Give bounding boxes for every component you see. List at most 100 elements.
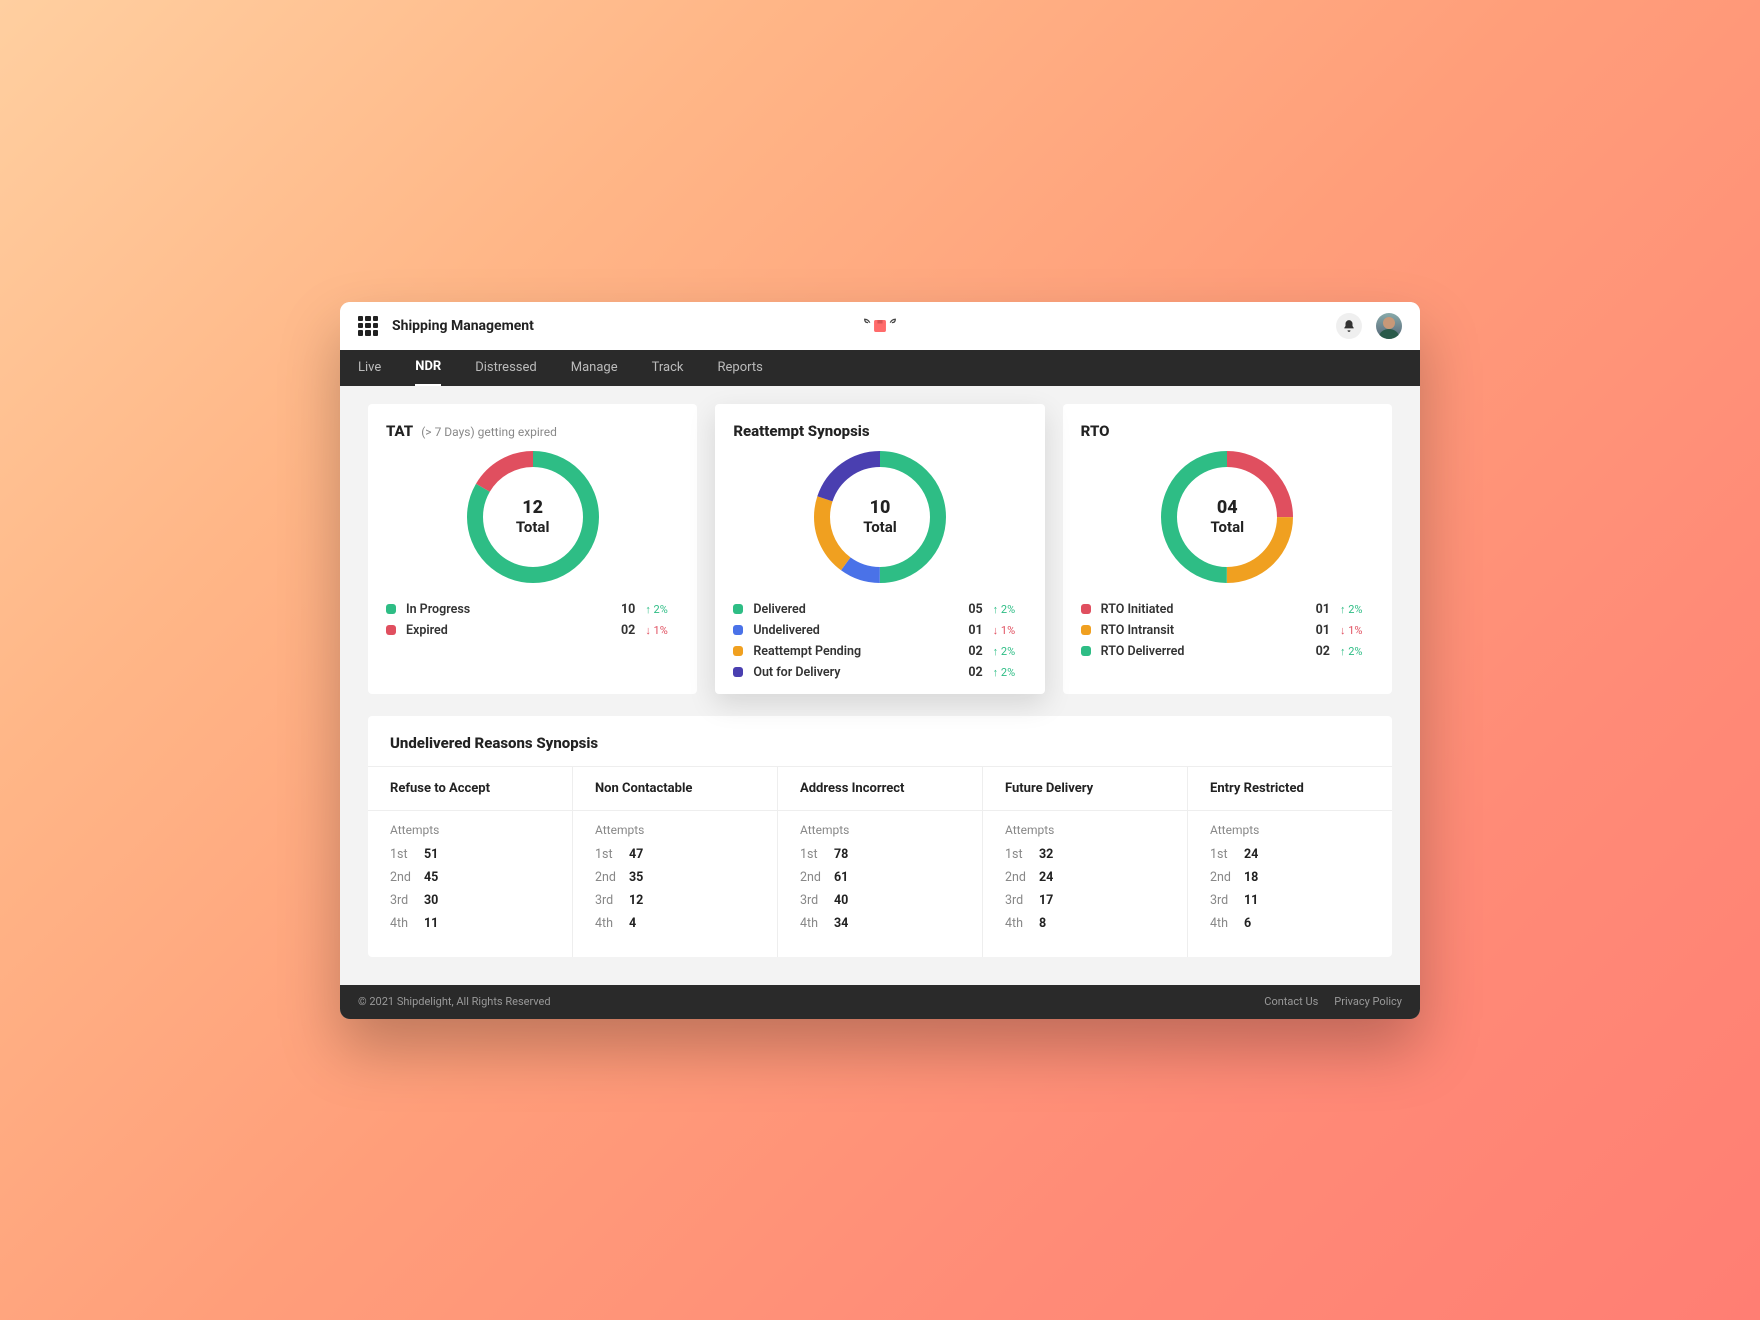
nav-item-distressed[interactable]: Distressed bbox=[475, 350, 536, 386]
donut-value: 10 bbox=[870, 497, 891, 518]
card-title: Reattempt Synopsis bbox=[733, 422, 869, 440]
donut-label: Total bbox=[863, 518, 897, 536]
attempt-ordinal: 3rd bbox=[1005, 893, 1039, 908]
donut-value: 12 bbox=[522, 497, 543, 518]
legend-dot bbox=[733, 604, 743, 614]
attempt-row: 2nd 35 bbox=[595, 870, 755, 885]
legend-value: 01 bbox=[1308, 623, 1330, 638]
synopsis-col-title: Address Incorrect bbox=[778, 767, 982, 811]
brand-logo bbox=[863, 314, 897, 338]
attempt-row: 2nd 45 bbox=[390, 870, 550, 885]
attempt-value: 61 bbox=[834, 870, 848, 885]
legend-row: Undelivered 01 ↓ 1% bbox=[733, 623, 1026, 638]
synopsis-col-title: Non Contactable bbox=[573, 767, 777, 811]
content-area: TAT (> 7 Days) getting expired 12 Total … bbox=[340, 386, 1420, 985]
donut-chart: 10 Total bbox=[813, 450, 947, 584]
legend-value: 01 bbox=[961, 623, 983, 638]
legend-dot bbox=[733, 625, 743, 635]
legend-dot bbox=[1081, 646, 1091, 656]
footer-link-privacy-policy[interactable]: Privacy Policy bbox=[1334, 995, 1402, 1008]
nav-item-live[interactable]: Live bbox=[358, 350, 381, 386]
card-reattempt-synopsis: Reattempt Synopsis 10 Total Delivered 05… bbox=[715, 404, 1044, 694]
app-window: Shipping Management Live NDR Distressed Man… bbox=[340, 302, 1420, 1019]
legend-row: RTO Initiated 01 ↑ 2% bbox=[1081, 602, 1374, 617]
donut-value: 04 bbox=[1217, 497, 1238, 518]
attempt-value: 47 bbox=[629, 847, 643, 862]
trend-up-icon: ↑ 2% bbox=[993, 603, 1027, 616]
synopsis-column: Refuse to Accept Attempts 1st 51 2nd 45 … bbox=[368, 767, 573, 957]
attempt-row: 1st 47 bbox=[595, 847, 755, 862]
attempt-value: 45 bbox=[424, 870, 438, 885]
trend-down-icon: ↓ 1% bbox=[1340, 624, 1374, 637]
attempt-ordinal: 2nd bbox=[390, 870, 424, 885]
attempt-ordinal: 2nd bbox=[1005, 870, 1039, 885]
legend-dot bbox=[386, 625, 396, 635]
attempt-ordinal: 4th bbox=[390, 916, 424, 931]
legend-value: 02 bbox=[961, 644, 983, 659]
nav-item-reports[interactable]: Reports bbox=[718, 350, 763, 386]
attempt-ordinal: 2nd bbox=[595, 870, 629, 885]
attempt-row: 1st 24 bbox=[1210, 847, 1370, 862]
attempt-row: 2nd 24 bbox=[1005, 870, 1165, 885]
legend-label: In Progress bbox=[406, 602, 613, 617]
attempt-ordinal: 4th bbox=[595, 916, 629, 931]
legend-row: RTO Intransit 01 ↓ 1% bbox=[1081, 623, 1374, 638]
attempt-value: 11 bbox=[424, 916, 438, 931]
legend-row: Reattempt Pending 02 ↑ 2% bbox=[733, 644, 1026, 659]
synopsis-column: Future Delivery Attempts 1st 32 2nd 24 3… bbox=[983, 767, 1188, 957]
legend-value: 02 bbox=[1308, 644, 1330, 659]
attempts-label: Attempts bbox=[595, 823, 755, 837]
card-title: RTO bbox=[1081, 422, 1110, 440]
footer-link-contact-us[interactable]: Contact Us bbox=[1264, 995, 1318, 1008]
synopsis-column: Entry Restricted Attempts 1st 24 2nd 18 … bbox=[1188, 767, 1392, 957]
legend-dot bbox=[1081, 625, 1091, 635]
legend-label: RTO Intransit bbox=[1101, 623, 1308, 638]
attempt-value: 12 bbox=[629, 893, 643, 908]
attempt-row: 3rd 30 bbox=[390, 893, 550, 908]
legend-row: In Progress 10 ↑ 2% bbox=[386, 602, 679, 617]
synopsis-title: Undelivered Reasons Synopsis bbox=[368, 734, 1392, 766]
attempt-row: 3rd 40 bbox=[800, 893, 960, 908]
legend-label: RTO Deliverred bbox=[1101, 644, 1308, 659]
nav-item-manage[interactable]: Manage bbox=[571, 350, 618, 386]
attempt-ordinal: 1st bbox=[595, 847, 629, 862]
legend-label: Out for Delivery bbox=[753, 665, 960, 680]
legend-dot bbox=[733, 667, 743, 677]
legend-value: 10 bbox=[613, 602, 635, 617]
attempt-value: 8 bbox=[1039, 916, 1046, 931]
nav-item-ndr[interactable]: NDR bbox=[415, 350, 441, 386]
navbar: Live NDR Distressed Manage Track Reports bbox=[340, 350, 1420, 386]
attempt-row: 4th 11 bbox=[390, 916, 550, 931]
attempts-label: Attempts bbox=[1005, 823, 1165, 837]
attempts-label: Attempts bbox=[800, 823, 960, 837]
attempt-ordinal: 1st bbox=[390, 847, 424, 862]
avatar[interactable] bbox=[1376, 313, 1402, 339]
attempt-ordinal: 2nd bbox=[1210, 870, 1244, 885]
attempt-value: 24 bbox=[1039, 870, 1053, 885]
attempts-label: Attempts bbox=[1210, 823, 1370, 837]
undelivered-synopsis: Undelivered Reasons Synopsis Refuse to A… bbox=[368, 716, 1392, 957]
trend-up-icon: ↑ 2% bbox=[645, 603, 679, 616]
topbar: Shipping Management bbox=[340, 302, 1420, 350]
apps-grid-icon[interactable] bbox=[358, 316, 378, 336]
card-subtitle: (> 7 Days) getting expired bbox=[421, 425, 557, 439]
legend-label: Undelivered bbox=[753, 623, 960, 638]
trend-up-icon: ↑ 2% bbox=[993, 645, 1027, 658]
legend-label: Expired bbox=[406, 623, 613, 638]
card-title: TAT bbox=[386, 422, 413, 440]
trend-down-icon: ↓ 1% bbox=[993, 624, 1027, 637]
attempt-row: 2nd 61 bbox=[800, 870, 960, 885]
notifications-icon[interactable] bbox=[1336, 313, 1362, 339]
attempt-value: 17 bbox=[1039, 893, 1053, 908]
attempt-value: 11 bbox=[1244, 893, 1258, 908]
attempt-ordinal: 4th bbox=[1005, 916, 1039, 931]
synopsis-column: Address Incorrect Attempts 1st 78 2nd 61… bbox=[778, 767, 983, 957]
nav-item-track[interactable]: Track bbox=[652, 350, 684, 386]
attempt-row: 4th 6 bbox=[1210, 916, 1370, 931]
attempt-ordinal: 3rd bbox=[800, 893, 834, 908]
attempt-value: 18 bbox=[1244, 870, 1258, 885]
attempt-value: 78 bbox=[834, 847, 848, 862]
attempt-row: 4th 4 bbox=[595, 916, 755, 931]
attempt-value: 30 bbox=[424, 893, 438, 908]
donut-label: Total bbox=[1211, 518, 1245, 536]
